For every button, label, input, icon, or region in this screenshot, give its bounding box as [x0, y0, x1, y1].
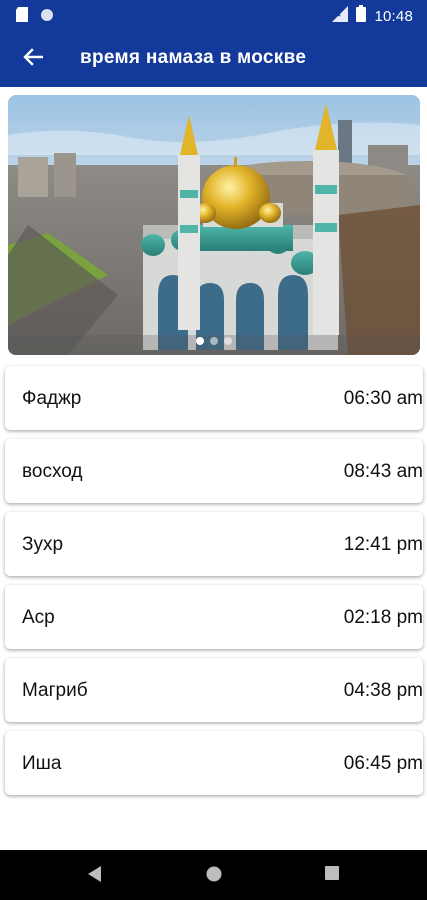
prayer-name: восход	[22, 461, 83, 482]
slider-dot[interactable]	[224, 337, 232, 345]
prayer-time: 02:18 pm	[343, 607, 423, 628]
nav-back-icon[interactable]	[88, 866, 102, 887]
image-slider[interactable]	[8, 95, 420, 355]
battery-icon	[356, 5, 367, 27]
prayer-name: Фаджр	[22, 388, 82, 409]
prayer-name: Аср	[22, 607, 55, 628]
prayer-name: Магриб	[22, 680, 88, 701]
prayer-time: 08:43 am	[343, 461, 423, 482]
status-bar-system: 10:48	[332, 5, 413, 27]
sd-card-icon	[16, 7, 28, 27]
prayer-row-dhuhr[interactable]: Зухр 12:41 pm	[5, 512, 423, 576]
app-bar: время намаза в москве	[0, 30, 427, 87]
page-title: время намаза в москве	[80, 47, 307, 68]
prayer-name: Зухр	[22, 534, 64, 555]
slider-dot[interactable]	[210, 337, 218, 345]
status-bar-notifications	[16, 7, 54, 27]
slider-dot[interactable]	[196, 337, 204, 345]
prayer-time: 12:41 pm	[343, 534, 423, 555]
prayer-row-maghrib[interactable]: Магриб 04:38 pm	[5, 658, 423, 722]
prayer-time: 06:45 pm	[343, 753, 423, 774]
back-button[interactable]	[18, 44, 48, 74]
system-navigation-bar	[0, 850, 427, 900]
prayer-row-asr[interactable]: Аср 02:18 pm	[5, 585, 423, 649]
prayer-row-isha[interactable]: Иша 06:45 pm	[5, 731, 423, 795]
slider-indicator	[8, 337, 420, 345]
arrow-left-icon	[23, 47, 44, 71]
nav-recents-icon[interactable]	[325, 866, 339, 885]
prayer-name: Иша	[22, 753, 62, 774]
prayer-time: 04:38 pm	[343, 680, 423, 701]
mosque-photo	[8, 95, 420, 355]
status-bar: 10:48	[0, 0, 427, 30]
prayer-row-fajr[interactable]: Фаджр 06:30 am	[5, 366, 423, 430]
signal-icon	[332, 5, 349, 27]
prayer-row-sunrise[interactable]: восход 08:43 am	[5, 439, 423, 503]
status-time: 10:48	[374, 7, 413, 25]
nav-home-icon[interactable]	[206, 866, 222, 887]
circle-notification-icon	[40, 8, 54, 27]
prayer-times-list: Фаджр 06:30 am восход 08:43 am Зухр 12:4…	[5, 366, 423, 804]
prayer-time: 06:30 am	[343, 388, 423, 409]
